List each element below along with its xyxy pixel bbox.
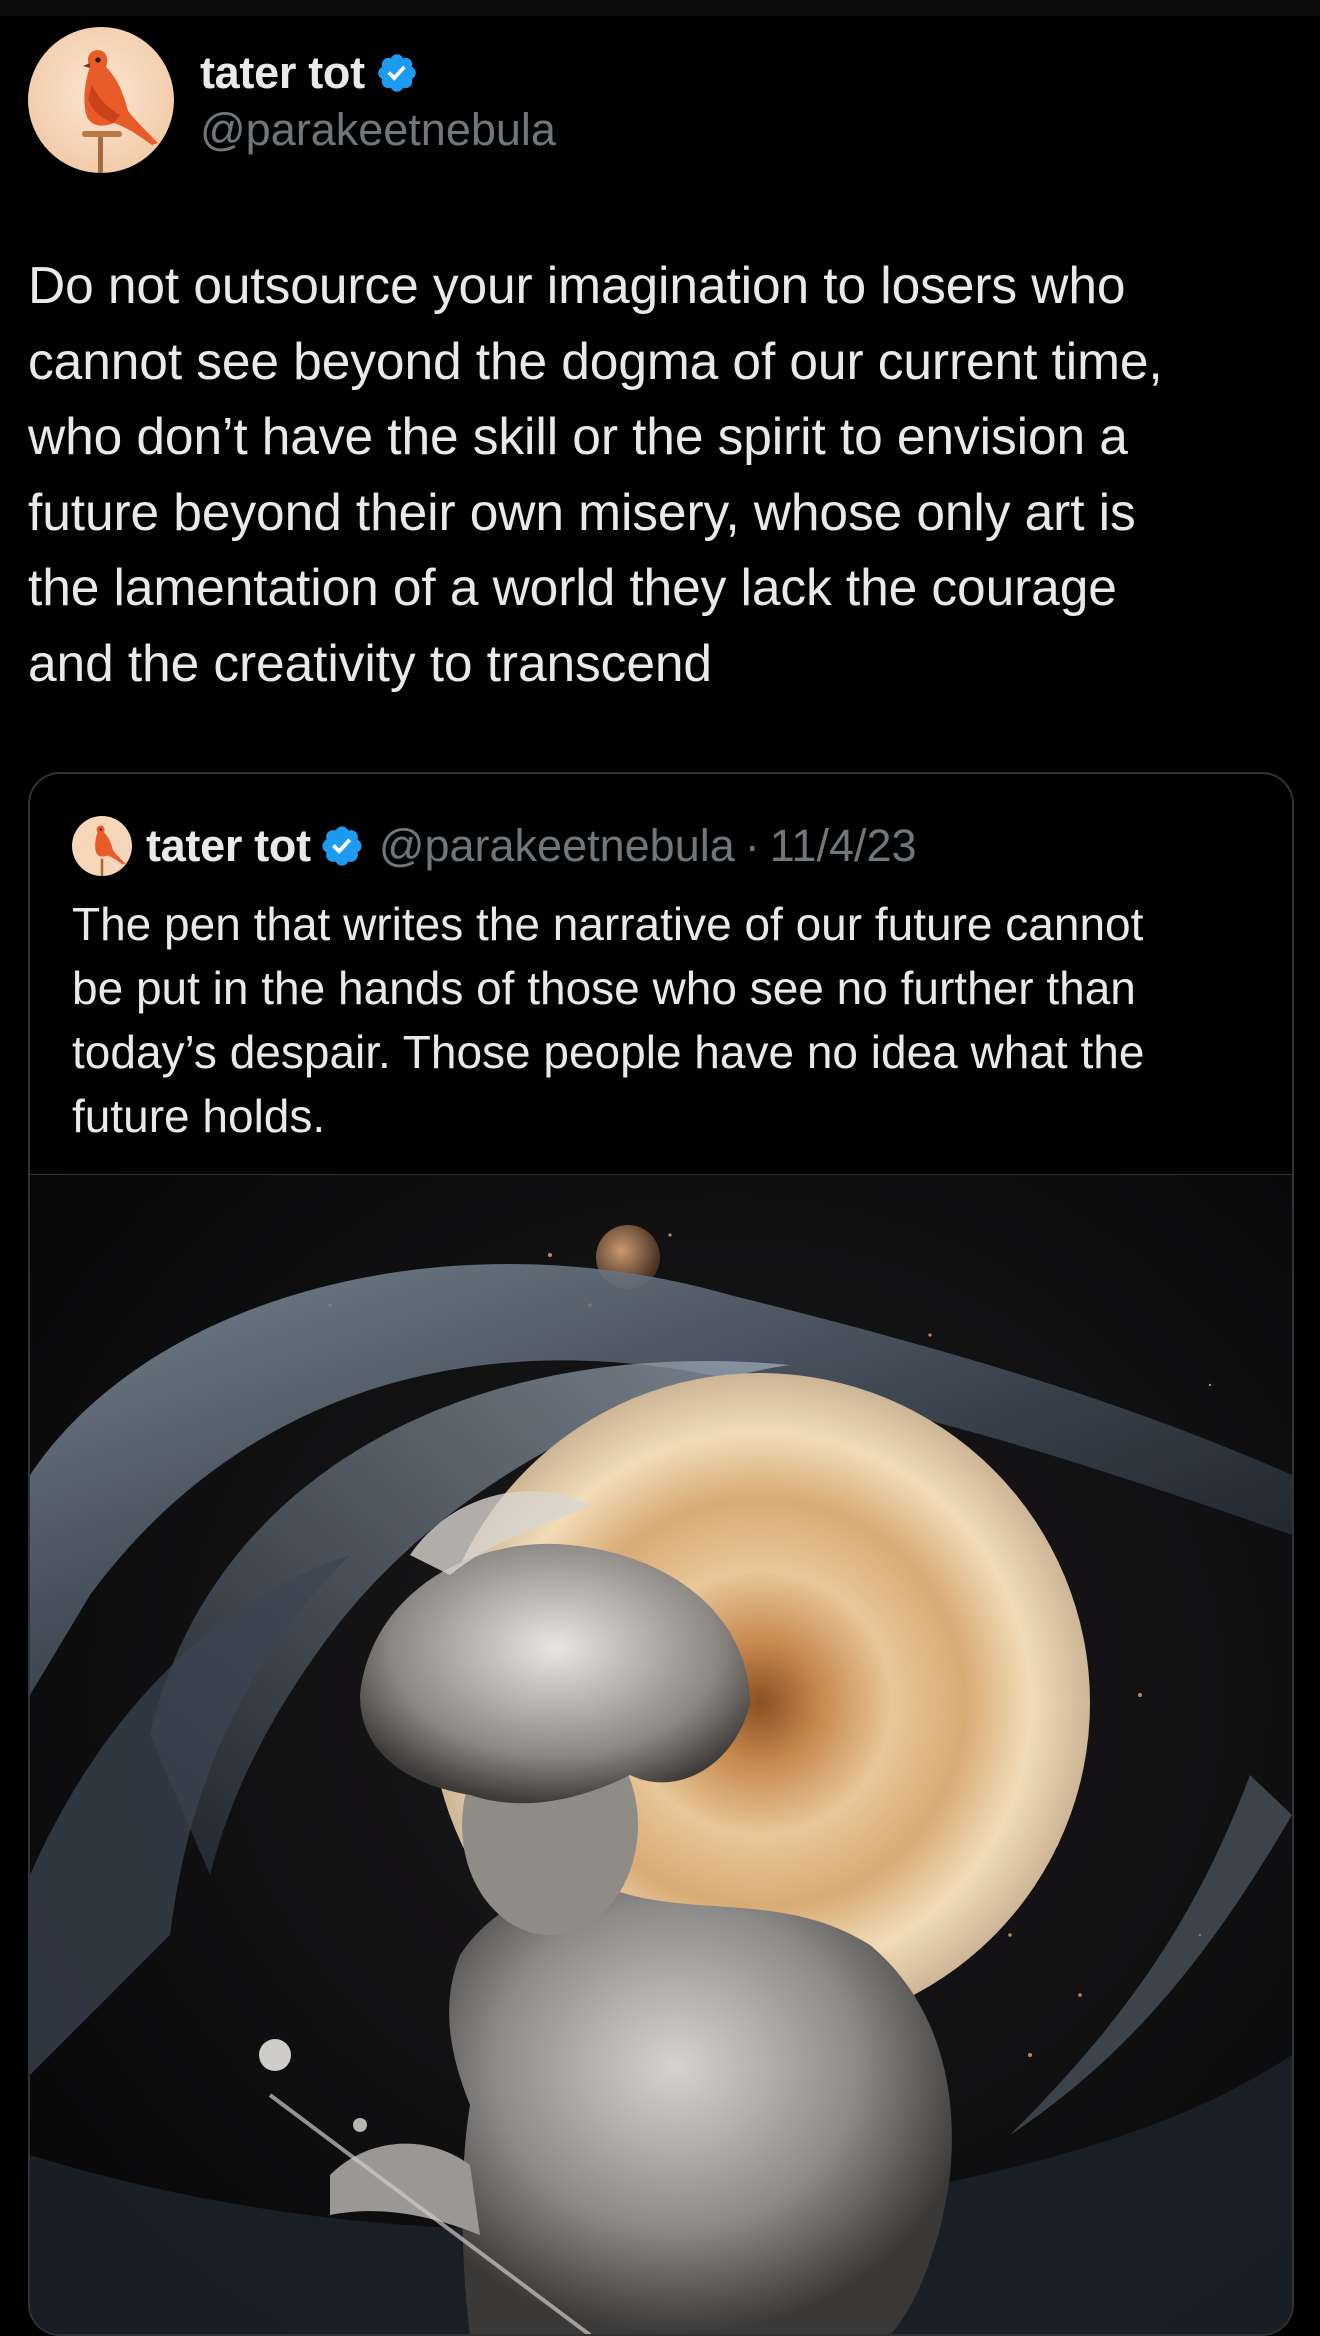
quoted-author-display-name: tater tot [146,820,311,871]
author-display-name[interactable]: tater tot [200,47,365,99]
quoted-tweet-card[interactable]: tater tot @parakeetnebula · 11/4/23 The … [28,772,1294,2336]
quoted-parakeet-avatar-icon [72,816,132,876]
tweet-header: tater tot @parakeetnebula [28,26,556,174]
parakeet-avatar-icon[interactable] [28,27,174,173]
author-name-row: tater tot [200,44,556,102]
cosmic-figure-artwork-image[interactable] [30,1174,1292,2334]
quoted-tweet-header: tater tot @parakeetnebula · 11/4/23 [72,814,917,878]
status-bar-strip [0,0,1320,16]
quoted-tweet-text: The pen that writes the narrative of our… [72,898,1145,1142]
separator-dot: · [744,820,760,871]
quoted-verified-badge-icon [319,823,365,869]
quoted-author-handle: @parakeetnebula [378,820,735,871]
verified-badge-icon[interactable] [375,51,419,95]
quoted-tweet-date: 11/4/23 [769,820,917,871]
tweet-body-text: Do not outsource your imagination to los… [28,256,1163,692]
author-handle[interactable]: @parakeetnebula [200,104,556,156]
author-info: tater tot @parakeetnebula [200,44,556,156]
